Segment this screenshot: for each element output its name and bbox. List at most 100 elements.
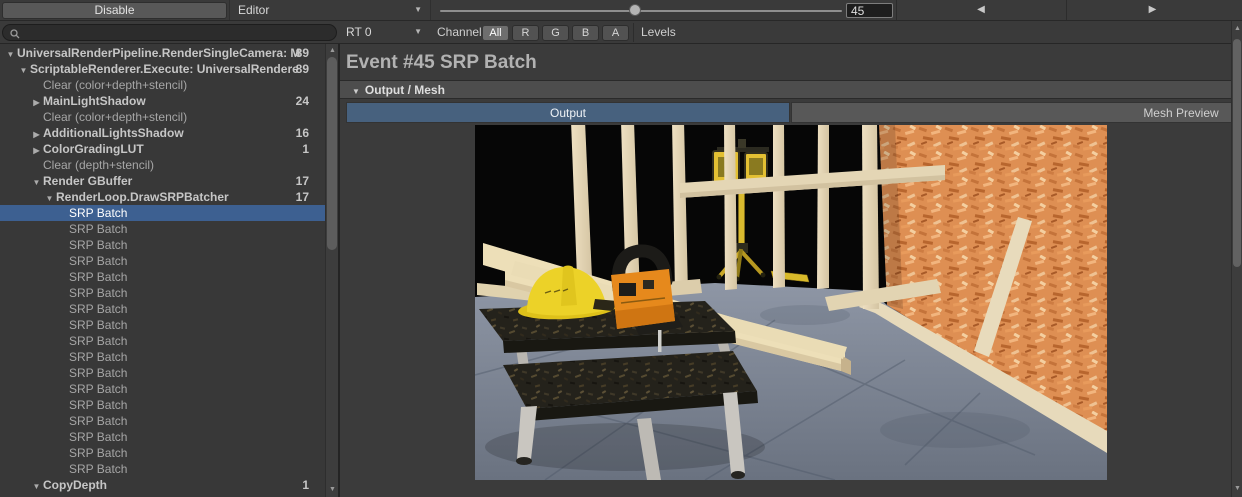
tree-row[interactable]: ▶MainLightShadow24: [0, 93, 325, 109]
draw-call-count: 89: [296, 61, 309, 77]
event-details-panel: Event #45 SRP Batch ▼ Output / Mesh Outpu…: [340, 44, 1231, 497]
foldout-icon[interactable]: ▼: [17, 63, 30, 77]
tree-row[interactable]: ▶ColorGradingLUT 1: [0, 141, 325, 157]
tab-mesh-preview[interactable]: Mesh Preview: [791, 102, 1231, 123]
tree-row[interactable]: SRP Batch: [0, 301, 325, 317]
tree-row[interactable]: SRP Batch: [0, 413, 325, 429]
target-select-value: Editor: [238, 3, 269, 17]
render-target-value: RT 0: [346, 25, 372, 39]
event-number-field[interactable]: [846, 3, 893, 18]
foldout-label: Output / Mesh: [365, 83, 445, 97]
page-title: Event #45 SRP Batch: [346, 52, 537, 74]
channel-button-a[interactable]: A: [602, 25, 629, 41]
disable-button[interactable]: Disable: [2, 2, 227, 19]
event-slider-handle[interactable]: [629, 4, 641, 16]
event-slider[interactable]: [440, 10, 842, 12]
tree-row[interactable]: SRP Batch: [0, 269, 325, 285]
details-scrollbar[interactable]: ▲ ▼: [1231, 21, 1242, 497]
tree-scrollbar-thumb[interactable]: [327, 57, 337, 250]
foldout-icon[interactable]: ▶: [30, 127, 43, 141]
search-box[interactable]: [2, 24, 337, 41]
chevron-down-icon: ▼: [414, 23, 422, 41]
scroll-down-icon[interactable]: ▼: [1232, 483, 1242, 495]
tree-row-label: SRP Batch: [69, 414, 127, 428]
target-select-dropdown[interactable]: Editor ▼: [229, 0, 431, 20]
tree-row-label: SRP Batch: [69, 222, 127, 236]
channel-button-g[interactable]: G: [542, 25, 569, 41]
tree-row[interactable]: SRP Batch: [0, 285, 325, 301]
next-event-button[interactable]: ▶: [1066, 0, 1238, 20]
tree-row[interactable]: ▼RenderLoop.DrawSRPBatcher17: [0, 189, 325, 205]
tree-row-label: SRP Batch: [69, 398, 127, 412]
draw-call-count: 17: [296, 173, 309, 189]
tree-row[interactable]: SRP Batch: [0, 365, 325, 381]
event-tree-panel: ▼UniversalRenderPipeline.RenderSingleCam…: [0, 44, 338, 497]
tree-row-label: SRP Batch: [69, 318, 127, 332]
foldout-icon[interactable]: ▶: [30, 95, 43, 109]
toolbar-divider: [633, 23, 634, 42]
tree-row[interactable]: ▼UniversalRenderPipeline.RenderSingleCam…: [0, 45, 325, 61]
tree-row-label: SRP Batch: [69, 366, 127, 380]
previous-event-button[interactable]: ◀: [896, 0, 1065, 20]
channel-button-all[interactable]: All: [482, 25, 509, 41]
tree-rows: ▼UniversalRenderPipeline.RenderSingleCam…: [0, 45, 325, 493]
tree-row[interactable]: SRP Batch: [0, 333, 325, 349]
foldout-icon[interactable]: ▶: [30, 143, 43, 157]
tree-row[interactable]: SRP Batch: [0, 253, 325, 269]
output-mesh-foldout[interactable]: ▼ Output / Mesh: [340, 80, 1231, 99]
tree-row-label: SRP Batch: [69, 254, 127, 268]
tree-row-label: SRP Batch: [69, 238, 127, 252]
tree-row[interactable]: SRP Batch: [0, 205, 325, 221]
render-preview-image: [475, 125, 1107, 480]
tree-row-label: Clear (depth+stencil): [43, 158, 154, 172]
tree-row-label: Clear (color+depth+stencil): [43, 78, 187, 92]
scroll-up-icon[interactable]: ▲: [1232, 23, 1242, 35]
channel-button-b[interactable]: B: [572, 25, 599, 41]
tree-row[interactable]: Clear (depth+stencil): [0, 157, 325, 173]
search-input[interactable]: [23, 25, 323, 40]
tree-row[interactable]: Clear (color+depth+stencil): [0, 77, 325, 93]
draw-call-count: 89: [296, 45, 309, 61]
tree-row[interactable]: ▶AdditionalLightsShadow16: [0, 125, 325, 141]
tree-row[interactable]: SRP Batch: [0, 237, 325, 253]
channel-button-r[interactable]: R: [512, 25, 539, 41]
tree-row-label: UniversalRenderPipeline.RenderSingleCame…: [17, 46, 300, 60]
foldout-icon[interactable]: ▼: [4, 47, 17, 61]
render-target-dropdown[interactable]: RT 0 ▼: [344, 23, 432, 41]
foldout-icon[interactable]: ▼: [30, 175, 43, 189]
tree-row[interactable]: ▼CopyDepth 1: [0, 477, 325, 493]
tree-row-label: ColorGradingLUT: [43, 142, 144, 156]
next-arrow-icon: ▶: [1149, 4, 1157, 15]
tree-row[interactable]: SRP Batch: [0, 221, 325, 237]
tree-scrollbar[interactable]: ▲ ▼: [325, 44, 338, 497]
tree-row[interactable]: ▼ScriptableRenderer.Execute: UniversalRe…: [0, 61, 325, 77]
tree-row[interactable]: SRP Batch: [0, 381, 325, 397]
tree-row[interactable]: ▼Render GBuffer17: [0, 173, 325, 189]
tree-row-label: ScriptableRenderer.Execute: UniversalRen…: [30, 62, 299, 76]
foldout-open-icon: ▼: [352, 87, 360, 96]
tree-row[interactable]: SRP Batch: [0, 445, 325, 461]
foldout-icon[interactable]: ▼: [43, 191, 56, 205]
draw-call-count: 1: [302, 477, 309, 493]
tree-row[interactable]: SRP Batch: [0, 397, 325, 413]
tree-row[interactable]: SRP Batch: [0, 317, 325, 333]
prev-arrow-icon: ◀: [977, 4, 985, 15]
render-target-toolbar: RT 0 ▼ Channels All R G B A Levels: [0, 21, 1242, 44]
draw-call-count: 17: [296, 189, 309, 205]
draw-call-count: 1: [302, 141, 309, 157]
tree-row[interactable]: Clear (color+depth+stencil): [0, 109, 325, 125]
tree-row-label: SRP Batch: [69, 302, 127, 316]
levels-label: Levels: [641, 25, 676, 39]
frame-debugger-window: Disable Editor ▼ ◀ ▶ RT 0 ▼ Channels All: [0, 0, 1242, 497]
tree-row-label: SRP Batch: [69, 382, 127, 396]
details-scrollbar-thumb[interactable]: [1233, 39, 1241, 267]
tree-row[interactable]: SRP Batch: [0, 461, 325, 477]
draw-call-count: 24: [296, 93, 309, 109]
chevron-down-icon: ▼: [414, 0, 422, 20]
tab-output[interactable]: Output: [346, 102, 790, 123]
tree-row-label: CopyDepth: [43, 478, 107, 492]
foldout-icon[interactable]: ▼: [30, 479, 43, 493]
top-toolbar: Disable Editor ▼ ◀ ▶: [0, 0, 1242, 21]
tree-row[interactable]: SRP Batch: [0, 349, 325, 365]
tree-row[interactable]: SRP Batch: [0, 429, 325, 445]
